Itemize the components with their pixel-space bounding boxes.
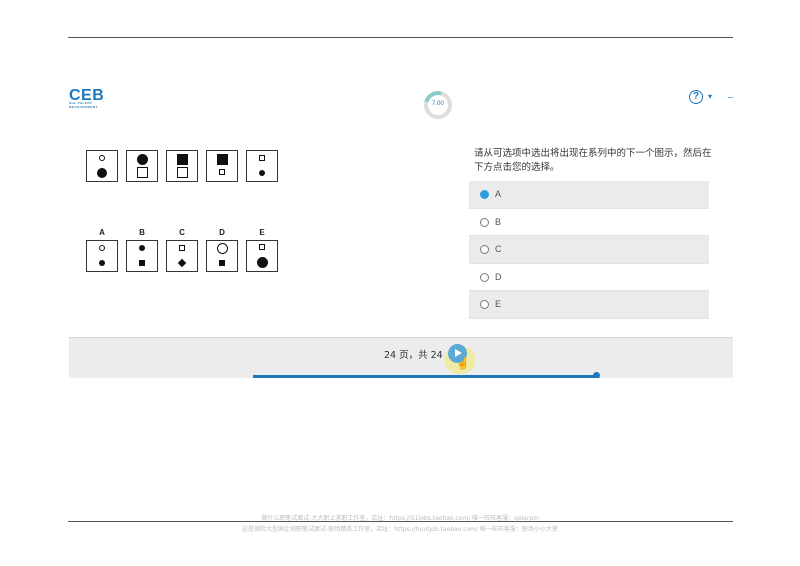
footer-line-1: 做什么职笔试面试-大大职上求职工作室，店址：https://51jobs.tao… bbox=[261, 515, 539, 522]
large-square-filled bbox=[217, 154, 228, 165]
logo-subtitle: SHL TALENT MEASUREMENT bbox=[69, 101, 99, 109]
answer-option-label: C bbox=[495, 244, 502, 254]
question-text: 请从可选项中选出将出现在系列中的下一个图示，然后在下方点击您的选择。 bbox=[474, 148, 712, 173]
radio-button[interactable] bbox=[480, 245, 489, 254]
choice-figure-b bbox=[126, 240, 158, 272]
small-square-outline bbox=[179, 245, 185, 251]
footer-line-2: 这是保险大型国企测职笔试面试-职场精英工作室，店址：https://huntjo… bbox=[242, 526, 558, 533]
choice-label-b: B bbox=[139, 228, 145, 237]
large-circle-filled bbox=[137, 154, 148, 165]
large-square-outline bbox=[177, 167, 188, 178]
small-circle-outline bbox=[99, 155, 105, 161]
answer-option-label: B bbox=[495, 216, 502, 227]
small-square-outline bbox=[259, 155, 265, 161]
exit-arrow-icon[interactable]: → bbox=[725, 89, 733, 103]
series-figure-3 bbox=[166, 150, 198, 182]
small-square-filled bbox=[219, 260, 225, 266]
radio-button[interactable] bbox=[480, 217, 489, 227]
answer-option-d[interactable]: D bbox=[469, 264, 709, 291]
progress-handle bbox=[593, 372, 600, 378]
radio-button[interactable] bbox=[480, 300, 489, 309]
answer-option-a[interactable]: A bbox=[469, 181, 709, 209]
radio-button[interactable] bbox=[480, 272, 489, 282]
choice-figure-e bbox=[246, 240, 278, 272]
large-circle-filled bbox=[257, 257, 268, 268]
series-figure-1 bbox=[86, 150, 118, 182]
help-icon[interactable]: ? bbox=[689, 90, 703, 104]
choice-label-c: C bbox=[179, 228, 185, 237]
series-figure-4 bbox=[206, 150, 238, 182]
answer-option-label: A bbox=[495, 189, 502, 199]
answer-option-e[interactable]: E bbox=[469, 291, 709, 319]
answer-option-label: D bbox=[495, 271, 502, 282]
choice-figure-c bbox=[166, 240, 198, 272]
ceb-logo: CEB SHL TALENT MEASUREMENT bbox=[69, 89, 104, 109]
timer-ring: 7.00 bbox=[418, 89, 458, 125]
choice-figure-d bbox=[206, 240, 238, 272]
test-screen: CEB SHL TALENT MEASUREMENT 7.00 ? ▾ → A … bbox=[69, 89, 733, 378]
small-circle-outline bbox=[99, 245, 105, 251]
choice-label-a: A bbox=[99, 228, 105, 237]
app-header: CEB SHL TALENT MEASUREMENT 7.00 ? ▾ → bbox=[69, 89, 733, 129]
choice-figure-a bbox=[86, 240, 118, 272]
large-square-filled bbox=[177, 154, 188, 165]
hand-cursor-icon: ☝ bbox=[456, 358, 470, 370]
series-figure-5 bbox=[246, 150, 278, 182]
choice-label-d: D bbox=[219, 228, 225, 237]
small-circle-filled bbox=[259, 170, 265, 176]
answer-option-c[interactable]: C bbox=[469, 236, 709, 264]
answer-option-label: E bbox=[495, 299, 502, 309]
answer-option-b[interactable]: B bbox=[469, 209, 709, 236]
choice-label-e: E bbox=[259, 228, 265, 237]
small-square-outline bbox=[259, 244, 265, 250]
small-diamond-filled bbox=[177, 258, 187, 268]
document-top-rule bbox=[68, 37, 733, 38]
large-square-outline bbox=[137, 167, 148, 178]
page-counter: 24 页，共 24 bbox=[384, 350, 443, 361]
answer-options-list: A B C D E bbox=[469, 181, 709, 319]
series-figure-2 bbox=[126, 150, 158, 182]
small-square-filled bbox=[139, 260, 145, 266]
small-circle-filled bbox=[99, 260, 105, 266]
large-circle-outline bbox=[217, 243, 228, 254]
progress-bar bbox=[253, 375, 599, 378]
small-square-outline bbox=[219, 169, 225, 175]
radio-button-selected[interactable] bbox=[480, 190, 489, 199]
timer-value: 7.00 bbox=[432, 101, 444, 107]
small-circle-filled bbox=[139, 245, 145, 251]
large-circle-filled bbox=[97, 168, 107, 178]
help-dropdown-caret-icon[interactable]: ▾ bbox=[708, 92, 712, 101]
